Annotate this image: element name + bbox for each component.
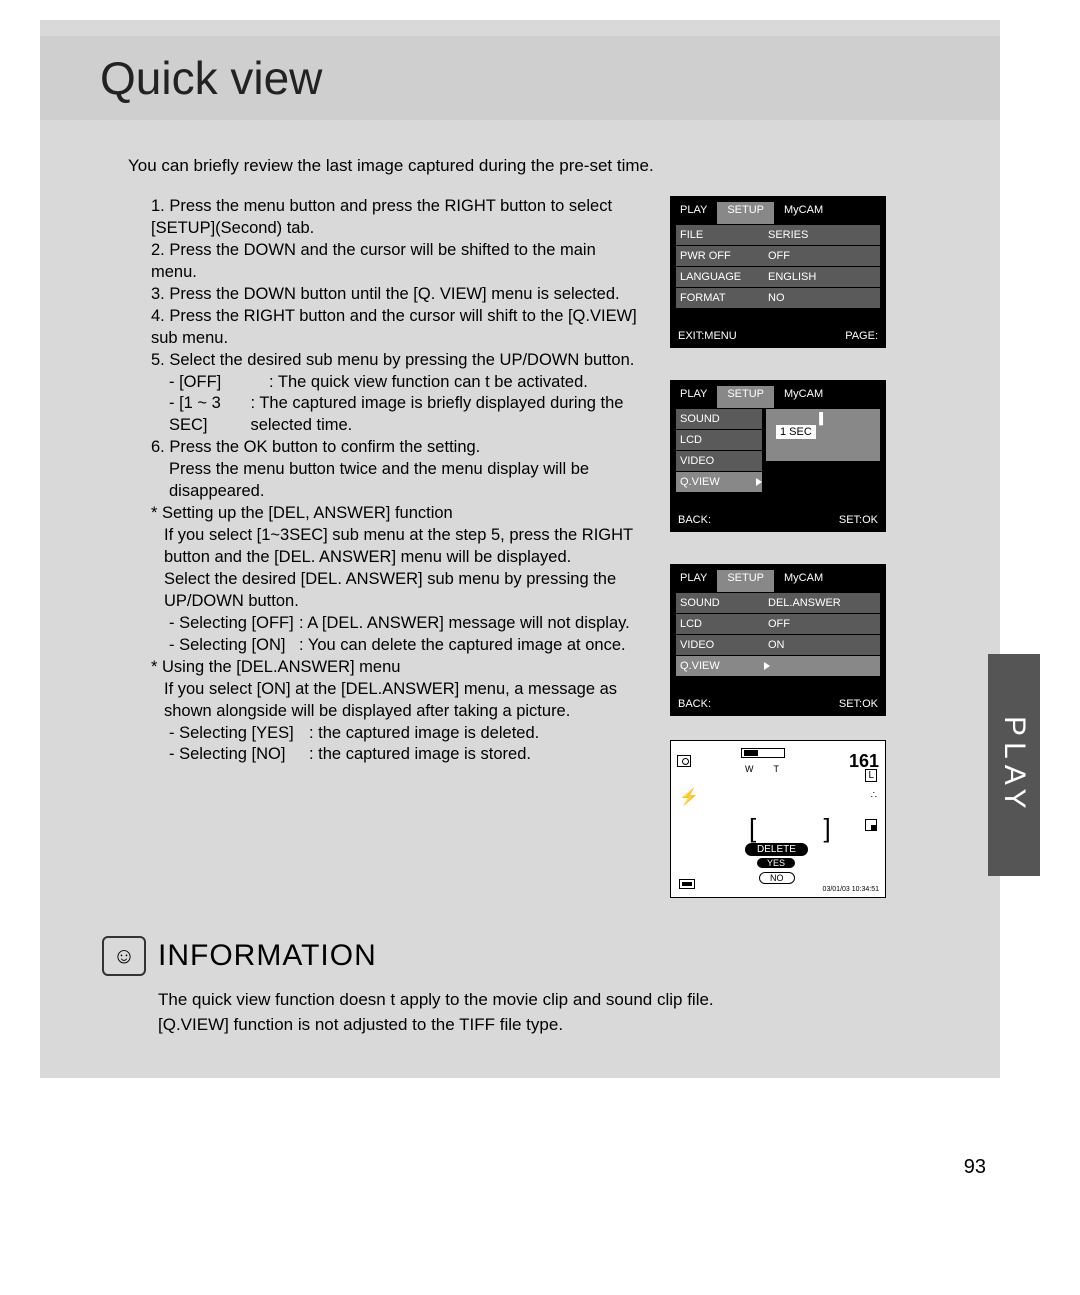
battery-icon (679, 879, 695, 889)
arrow-right-icon (756, 478, 762, 486)
step-6-note: Press the menu button twice and the menu… (151, 459, 641, 503)
delete-label: DELETE (745, 843, 808, 856)
lcd-screenshot-qview: PLAY SETUP MyCAM SOUND LCD VIDEO Q.VIEW … (670, 380, 886, 532)
tab-setup: SETUP (717, 570, 774, 592)
note-on-label: - Selecting [ON] (169, 635, 299, 657)
delete-no: NO (759, 872, 795, 884)
note-no-desc: : the captured image is stored. (309, 744, 531, 766)
lcd-back-label: BACK: (678, 698, 711, 710)
zoom-bar-icon (741, 748, 785, 758)
step-5-off-desc: : The quick view function can t be activ… (269, 372, 588, 394)
camera-icon (677, 755, 691, 767)
lcd-screenshot-setup: PLAY SETUP MyCAM FILESERIES PWR OFFOFF L… (670, 196, 886, 348)
step-4: 4. Press the RIGHT button and the cursor… (151, 306, 641, 350)
tab-setup: SETUP (717, 386, 774, 408)
section-tab-play: PLAY (988, 654, 1040, 876)
menu-pwroff: PWR OFF (676, 250, 760, 262)
menu-sound: SOUND (676, 597, 760, 609)
note-no-label: - Selecting [NO] (169, 744, 309, 766)
step-6: 6. Press the OK button to confirm the se… (151, 437, 641, 459)
note-del-answer-body-1: If you select [1~3SEC] sub menu at the s… (151, 525, 641, 569)
datetime-stamp: 03/01/03 10:34:51 (823, 886, 879, 893)
zoom-w-label: W (745, 764, 774, 774)
menu-sound: SOUND (676, 413, 760, 425)
note-yes-desc: : the captured image is deleted. (309, 723, 539, 745)
menu-delanswer-on: ON (760, 639, 785, 651)
menu-video: VIDEO (676, 455, 760, 467)
menu-file: FILE (676, 229, 760, 241)
lcd-screenshot-delanswer: PLAY SETUP MyCAM SOUNDDEL.ANSWER LCDOFF … (670, 564, 886, 716)
tab-mycam: MyCAM (774, 570, 833, 592)
menu-delanswer: DEL.ANSWER (760, 597, 841, 609)
quality-icon: ∴ (871, 791, 877, 801)
menu-video: VIDEO (676, 639, 760, 651)
size-l-icon: L (865, 769, 877, 782)
instruction-list: 1. Press the menu button and press the R… (151, 196, 641, 766)
menu-qview: Q.VIEW (676, 660, 760, 672)
note-using-body: If you select [ON] at the [DEL.ANSWER] m… (151, 679, 641, 723)
menu-format-value: NO (760, 292, 785, 304)
lcd-set-label: SET:OK (839, 698, 878, 710)
menu-qview: Q.VIEW (676, 476, 752, 488)
zoom-t-label: T (773, 764, 799, 774)
note-del-answer-heading: * Setting up the [DEL, ANSWER] function (151, 503, 641, 525)
menu-lcd: LCD (676, 434, 760, 446)
camera-preview-screenshot: WT 161 L ⚡ ∴ [ ] DELETE YES NO 03/01/03 … (670, 740, 886, 898)
note-using-heading: * Using the [DEL.ANSWER] menu (151, 657, 641, 679)
tab-mycam: MyCAM (774, 202, 833, 224)
step-5-sec-label: - [1 ~ 3 SEC] (169, 393, 250, 437)
lcd-exit-label: EXIT:MENU (678, 330, 737, 342)
note-on-desc: : You can delete the captured image at o… (299, 635, 626, 657)
menu-file-value: SERIES (760, 229, 808, 241)
menu-pwroff-value: OFF (760, 250, 790, 262)
note-del-answer-body-2: Select the desired [DEL. ANSWER] sub men… (151, 569, 641, 613)
lcd-set-label: SET:OK (839, 514, 878, 526)
menu-format: FORMAT (676, 292, 760, 304)
information-section: ☺ INFORMATION The quick view function do… (102, 936, 922, 1037)
focus-brackets-icon: [ ] (749, 813, 861, 844)
tab-play: PLAY (670, 570, 717, 592)
step-5-off-label: - [OFF] (169, 372, 269, 394)
tab-play: PLAY (670, 202, 717, 224)
page-title: Quick view (100, 51, 322, 105)
tab-setup: SETUP (717, 202, 774, 224)
page-number: 93 (964, 1156, 986, 1179)
tab-mycam: MyCAM (774, 386, 833, 408)
step-3: 3. Press the DOWN button until the [Q. V… (151, 284, 641, 306)
information-bullet-1: The quick view function doesn t apply to… (158, 988, 922, 1013)
page-header: Quick view (40, 36, 1000, 120)
note-off-label: - Selecting [OFF] (169, 613, 299, 635)
menu-language-value: ENGLISH (760, 271, 816, 283)
lcd-back-label: BACK: (678, 514, 711, 526)
menu-lcd: LCD (676, 618, 760, 630)
note-off-desc: : A [DEL. ANSWER] message will not displ… (299, 613, 630, 635)
information-bullet-2: [Q.VIEW] function is not adjusted to the… (158, 1013, 922, 1038)
information-heading: INFORMATION (158, 939, 377, 973)
step-2: 2. Press the DOWN and the cursor will be… (151, 240, 641, 284)
note-yes-label: - Selecting [YES] (169, 723, 309, 745)
intro-text: You can briefly review the last image ca… (128, 156, 654, 176)
menu-language: LANGUAGE (676, 271, 760, 283)
lcd-page-label: PAGE: (845, 330, 878, 342)
arrow-right-icon (764, 662, 770, 670)
information-icon: ☺ (102, 936, 146, 976)
step-5-sec-desc: : The captured image is briefly displaye… (250, 393, 641, 437)
delete-yes: YES (757, 858, 795, 868)
qview-value: 1 SEC (776, 425, 816, 439)
tab-play: PLAY (670, 386, 717, 408)
menu-delanswer-off: OFF (760, 618, 790, 630)
spot-metering-icon (865, 819, 877, 831)
step-1: 1. Press the menu button and press the R… (151, 196, 641, 240)
step-5: 5. Select the desired sub menu by pressi… (151, 350, 641, 372)
flash-icon: ⚡ (679, 787, 699, 807)
